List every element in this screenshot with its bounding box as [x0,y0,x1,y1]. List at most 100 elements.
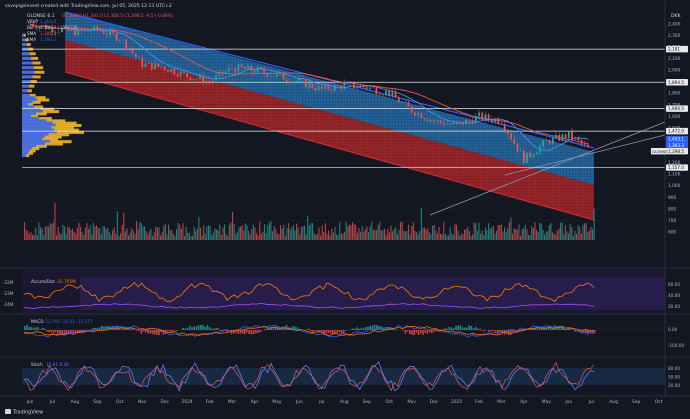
stoch-label[interactable]: Stoch [31,362,43,367]
macd-hist-bar [470,325,473,330]
volume-bar [296,223,298,240]
macd-hist-bar [63,330,66,335]
volume-bar [379,222,381,240]
volume-bar [147,234,149,240]
volume-bar [59,233,61,240]
scale-label-left: -23M [3,291,14,296]
volume-bar [40,227,42,240]
candle-body [429,120,432,122]
legend-name[interactable]: BB [27,25,33,30]
candle-body [106,34,108,35]
volume-bar [54,202,56,240]
candle-body [99,29,102,32]
macd-hist-bar [490,330,492,332]
macd-hist-bar [28,326,30,330]
candle-body [80,28,83,31]
time-axis-label: 2024 [182,399,193,405]
volume-bar [571,227,573,240]
macd-hist-bar [186,327,189,330]
volume-bar [126,228,128,240]
volume-bar [91,234,93,240]
macd-hist-bar [136,330,138,331]
time-axis[interactable]: Jun Jul Aug Sep Oct Nov Dec 2024 Feb Mar Apr May Jun… [26,399,663,405]
volume-bar [505,232,507,240]
volume-bar [528,234,530,240]
candle-body [449,123,452,125]
tradingview-logo [5,409,11,414]
macd-hist-bar [499,330,501,333]
candle-body [224,71,227,75]
candle-body [308,83,310,88]
volume-bar [510,217,512,240]
macd-hist-bar [32,327,35,330]
volume-bar [280,225,282,240]
trading-chart[interactable]: savepigsinvest created with TradingView.… [0,0,690,419]
footer-brand: TradingView [12,410,43,416]
macd-hist-bar [459,325,462,330]
macd-hist-bar [239,330,242,334]
candle-body [147,62,150,64]
volume-bar [275,228,277,240]
candle-body [583,143,586,145]
macd-hist-bar [193,326,195,330]
candle-body [561,134,564,141]
candle-body [516,143,519,152]
macd-hist-bar [428,330,431,333]
volume-bar [416,232,418,240]
volume-bar [252,224,254,240]
macd-hist-bar [334,330,336,333]
volume-profile-bar-buy [22,66,34,70]
candle-body [243,67,246,69]
volume-bar [180,228,182,240]
candle-body [529,152,532,157]
macd-hist-bar [409,330,411,335]
price-tick-label: 800 [668,206,676,212]
volume-bar [332,232,334,240]
macd-hist-bar [314,330,316,331]
volume-bar [560,223,562,240]
volume-bar [337,234,339,240]
time-axis-label: Sep [363,399,371,405]
volume-bar [260,233,262,240]
legend-name[interactable]: SMA [27,31,36,36]
volume-bar [433,225,435,240]
volume-bar [358,227,360,240]
volume-bar [83,235,85,240]
legend-name[interactable]: SMA [27,37,36,42]
volume-bar [462,233,464,240]
candle-body [134,53,137,57]
macd-hist-bar [244,330,246,335]
volume-bar [363,231,365,240]
volume-bar [307,215,309,240]
volume-bar [496,230,498,240]
legend-name[interactable]: VRVP [27,19,38,24]
macd-hist-bar [206,325,209,330]
macd-hist-bar [296,327,299,330]
volume-bar [232,211,234,240]
volume-bar [132,230,134,240]
candle-body [567,131,570,138]
volume-bar [457,230,459,240]
macd-hist-bar [274,326,277,330]
macd-hist-bar [208,327,211,330]
macd-hist-bar [197,325,200,330]
volume-bar [192,235,194,240]
volume-bar [555,235,557,240]
accum-dist-label[interactable]: Accum/Dist [31,279,55,284]
volume-bar [43,235,45,240]
price-tick-label: 2,300 [668,33,681,39]
volume-bar [360,232,362,240]
price-tick-label: 1,000 [668,183,681,189]
volume-bar [27,230,29,240]
volume-bar [521,229,523,240]
candle-body [167,69,169,72]
volume-bar [470,235,472,240]
macd-label[interactable]: MACD [31,319,44,324]
volume-profile-bar-buy [22,154,27,158]
macd-hist-bar [426,330,429,334]
price-tick-label: 900 [668,195,676,201]
volume-bar [400,222,402,240]
macd-hist-bar [393,328,396,330]
volume-bar [144,226,146,240]
candle-body [170,69,173,72]
